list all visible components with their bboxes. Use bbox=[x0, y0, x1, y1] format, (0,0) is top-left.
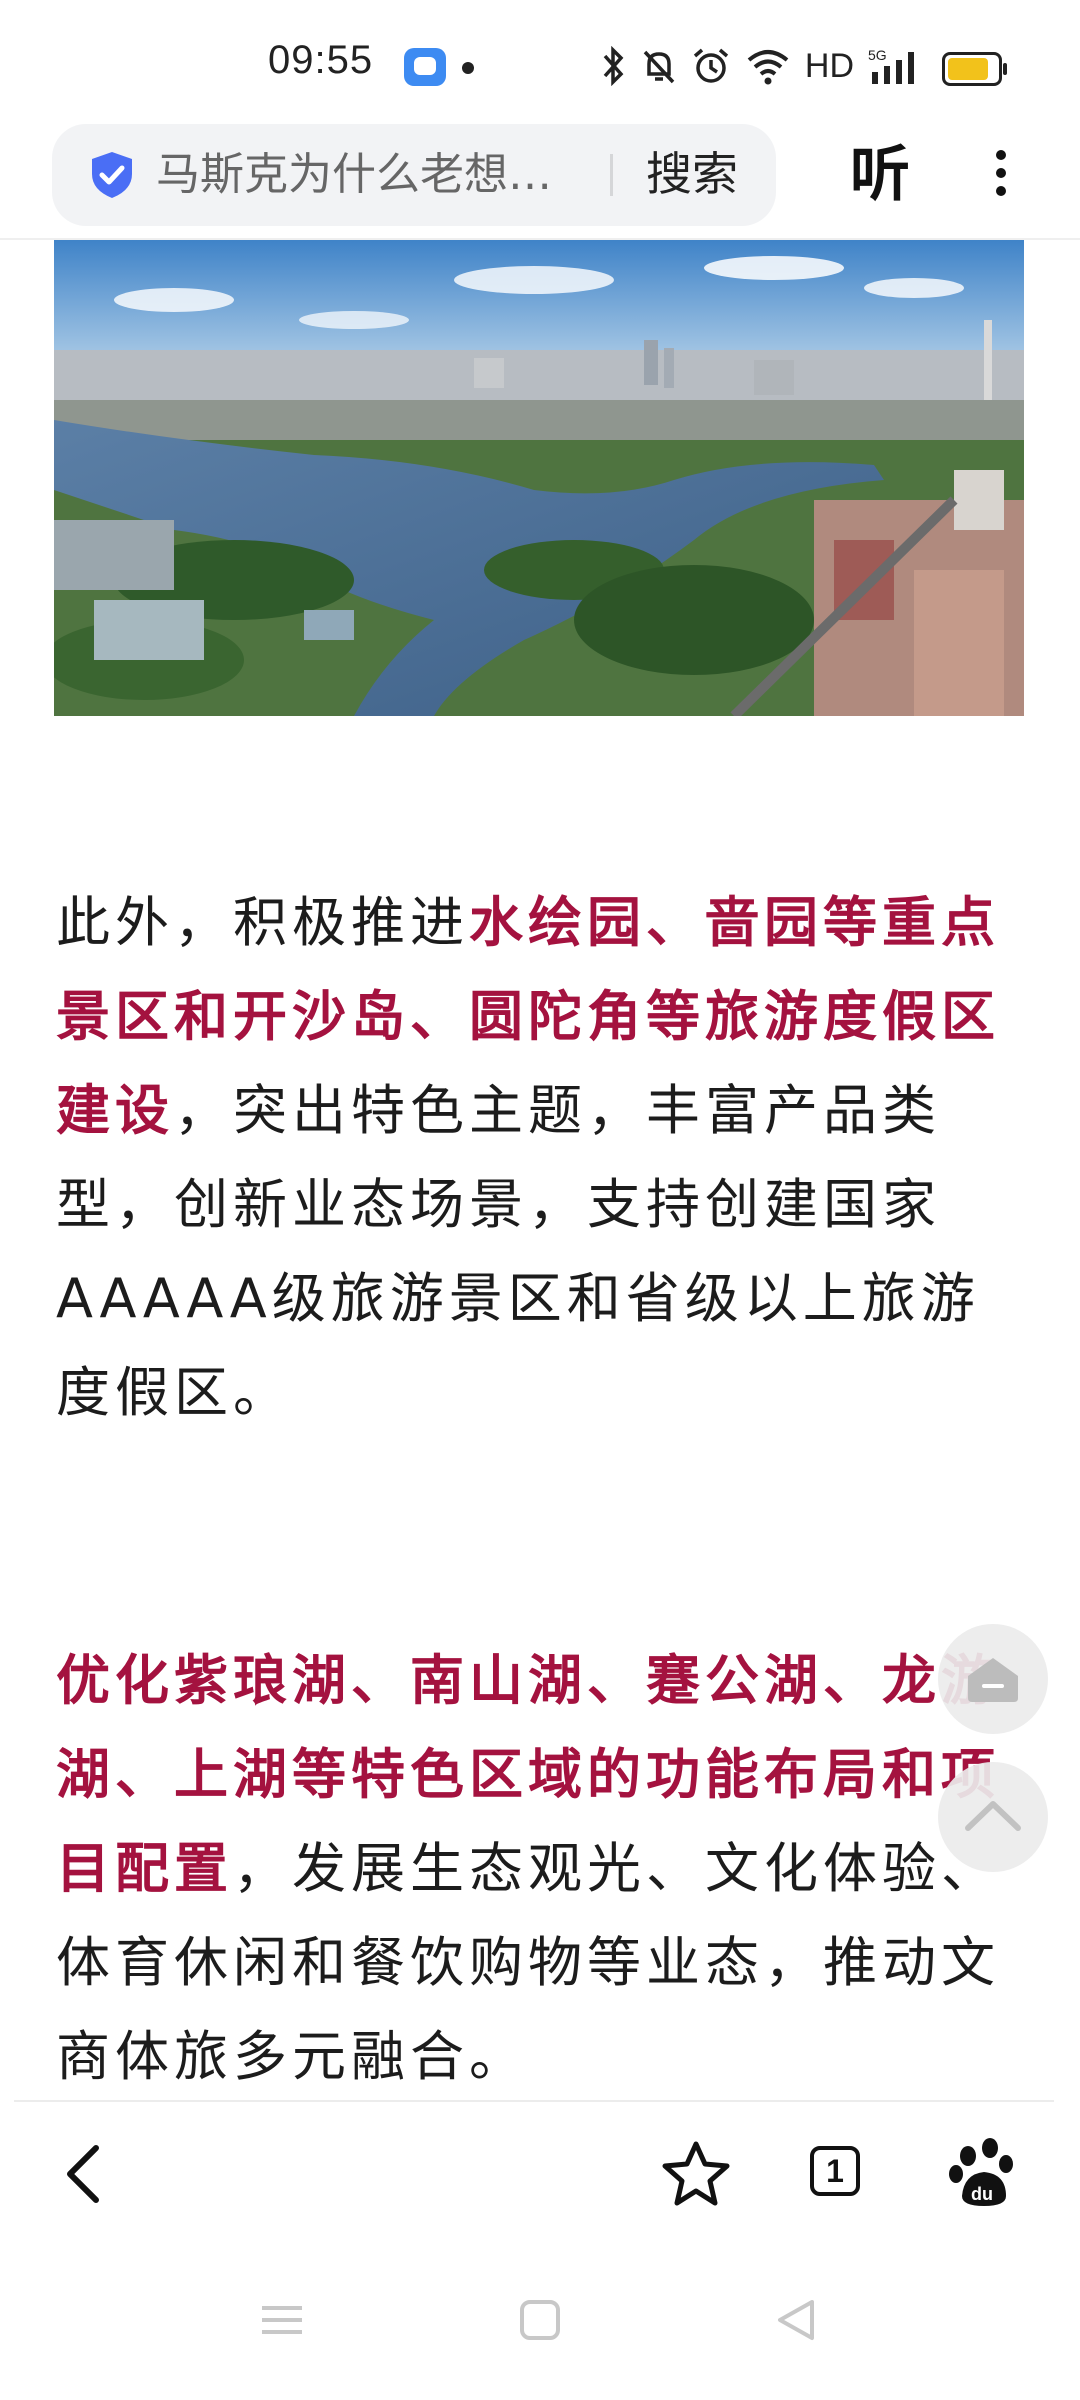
battery-icon bbox=[942, 52, 1007, 86]
tab-count-badge: 1 bbox=[810, 2146, 860, 2196]
search-query-text[interactable]: 马斯克为什么老想… bbox=[156, 148, 552, 202]
article-image[interactable] bbox=[54, 240, 1024, 716]
listen-button[interactable]: 听 bbox=[850, 140, 910, 210]
status-bar: 09:55 HD 5G bbox=[0, 0, 1080, 120]
paragraph-text: ，突出特色主题，丰富产品类型，创新业态场景，支持创建国家AAAAA级旅游景区和省… bbox=[56, 1079, 980, 1424]
baidu-button[interactable]: du bbox=[944, 2134, 1024, 2214]
network-label: HD bbox=[804, 47, 854, 85]
home-nav-button[interactable] bbox=[510, 2290, 570, 2350]
back-button[interactable] bbox=[48, 2134, 128, 2214]
article-paragraph-2: 优化紫琅湖、南山湖、蹇公湖、龙游湖、上湖等特色区域的功能布局和项目配置，发展生态… bbox=[56, 1634, 1026, 2104]
notification-dot-icon bbox=[462, 62, 474, 74]
paragraph-text: 此外，积极推进 bbox=[56, 891, 469, 954]
home-icon bbox=[968, 1658, 1018, 1702]
back-to-top-button[interactable] bbox=[938, 1762, 1048, 1872]
bluetooth-icon bbox=[603, 46, 624, 86]
search-divider bbox=[610, 154, 613, 196]
menu-icon bbox=[262, 2306, 302, 2334]
shield-check-icon bbox=[92, 152, 132, 198]
recent-apps-button[interactable] bbox=[252, 2290, 312, 2350]
back-to-top-icon bbox=[965, 1801, 1021, 1831]
tabs-button[interactable]: 1 bbox=[798, 2134, 878, 2214]
search-bar[interactable]: 马斯克为什么老想… 搜索 bbox=[52, 124, 776, 226]
toolbar-divider bbox=[14, 2100, 1054, 2102]
status-time: 09:55 bbox=[268, 38, 374, 82]
app-notification-icon bbox=[404, 48, 446, 86]
more-vertical-icon[interactable] bbox=[990, 144, 1012, 208]
article-paragraph-1: 此外，积极推进水绘园、啬园等重点景区和开沙岛、圆陀角等旅游度假区建设，突出特色主… bbox=[56, 876, 1026, 1440]
home-floating-button[interactable] bbox=[938, 1624, 1048, 1734]
chevron-left-icon bbox=[67, 2145, 99, 2203]
svg-text:du: du bbox=[971, 2184, 993, 2204]
mute-bell-icon bbox=[643, 50, 675, 84]
bottom-toolbar: 1 du bbox=[0, 2104, 1080, 2244]
system-navigation-bar bbox=[0, 2270, 1080, 2370]
svg-text:5G: 5G bbox=[868, 47, 887, 63]
alarm-icon bbox=[693, 48, 729, 83]
star-icon bbox=[662, 2141, 730, 2206]
favorite-button[interactable] bbox=[656, 2134, 736, 2214]
wifi-icon bbox=[747, 50, 789, 85]
search-button[interactable]: 搜索 bbox=[646, 144, 738, 204]
signal-5g-icon: 5G bbox=[868, 47, 914, 84]
back-nav-button[interactable] bbox=[766, 2290, 826, 2350]
square-icon bbox=[520, 2300, 560, 2340]
triangle-back-icon bbox=[778, 2300, 814, 2340]
baidu-paw-icon: du bbox=[949, 2138, 1013, 2206]
